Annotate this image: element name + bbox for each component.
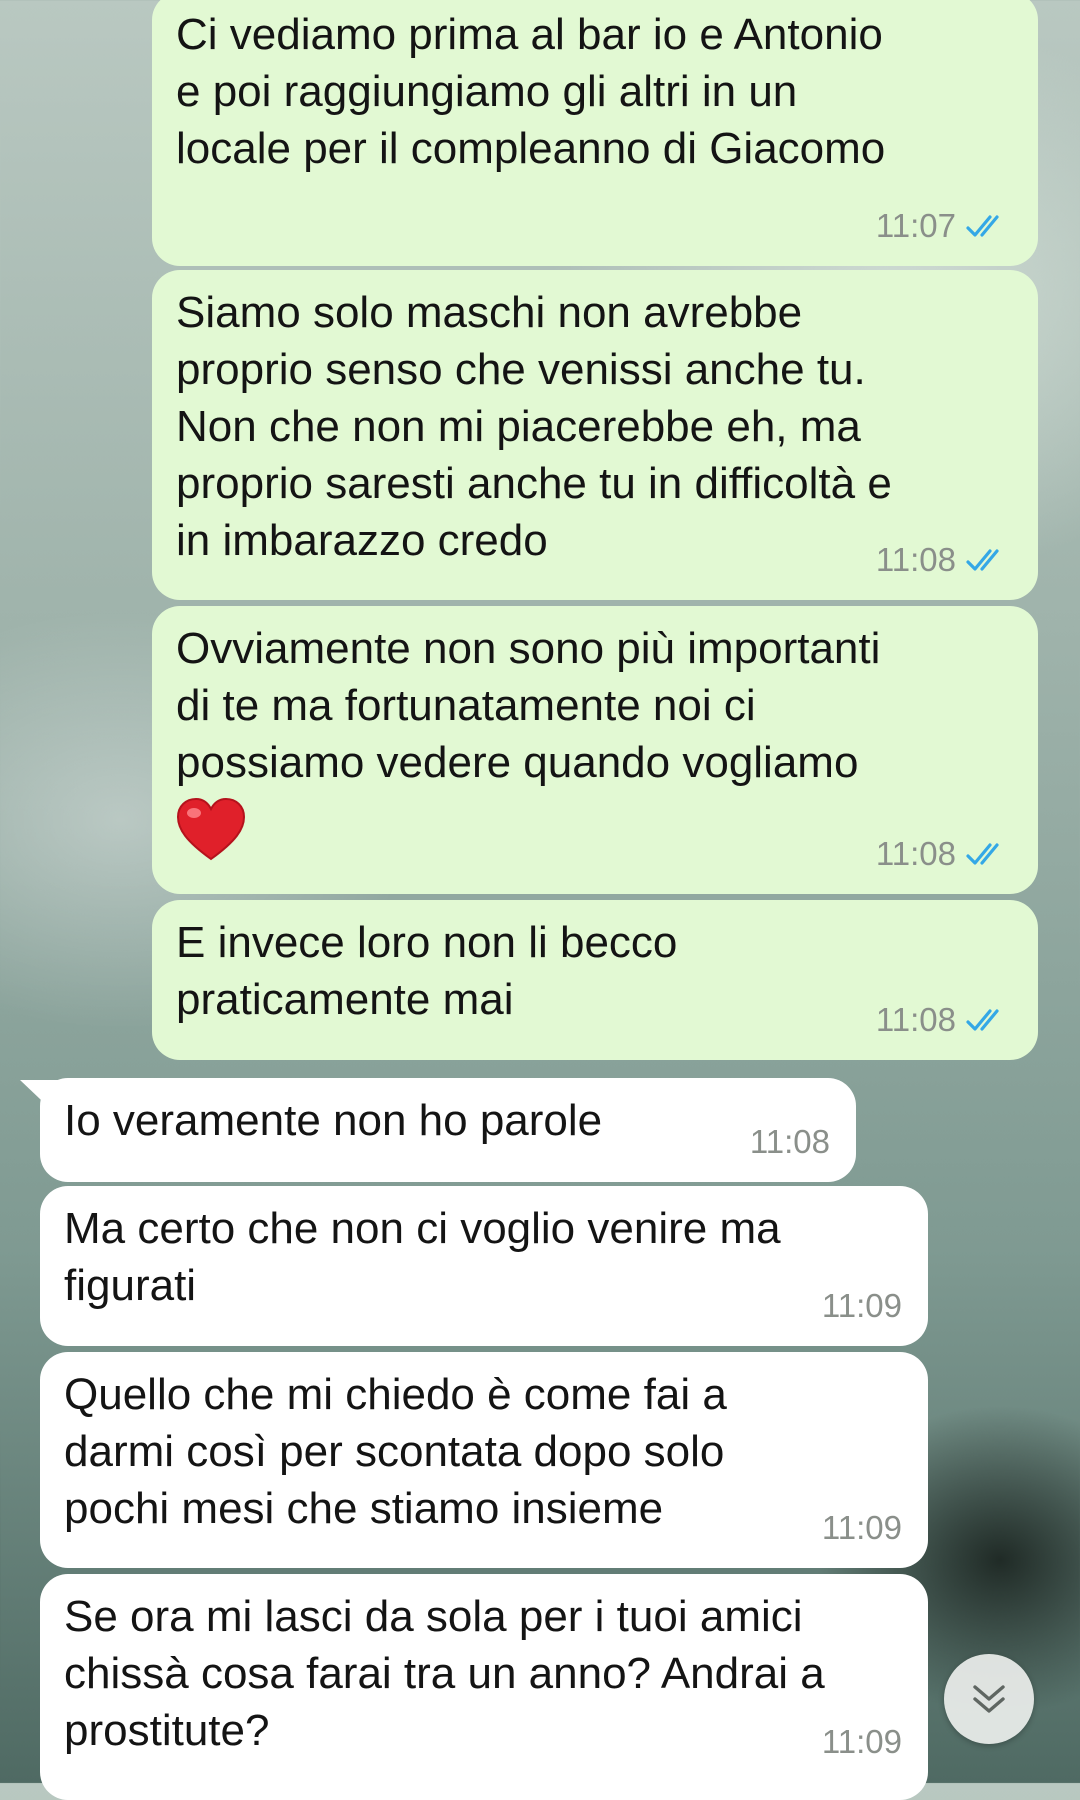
message-meta: 11:08 <box>876 991 1012 1048</box>
message-text: Quello che mi chiedo è come fai a darmi … <box>64 1370 727 1533</box>
message-meta: 11:09 <box>822 1713 902 1770</box>
message-text: Siamo solo maschi non avrebbe proprio se… <box>176 288 892 565</box>
message-text: Ma certo che non ci voglio venire ma fig… <box>64 1204 781 1310</box>
message-time: 11:09 <box>821 1723 902 1760</box>
double-check-read-icon <box>966 1008 999 1031</box>
message-text: Ovviamente non sono più importanti di te… <box>176 624 881 787</box>
message-time: 11:09 <box>821 1509 902 1546</box>
double-chevron-down-icon <box>973 1685 1005 1713</box>
double-check-read-icon <box>966 214 999 237</box>
message-text: Io veramente non ho parole <box>64 1096 603 1145</box>
message-text: Ci vediamo prima al bar io e Antonio e p… <box>176 10 886 173</box>
message-meta: 11:08 <box>750 1113 830 1170</box>
message-meta: 11:09 <box>822 1499 902 1556</box>
message-time: 11:08 <box>875 541 956 578</box>
message-meta: 11:08 <box>876 531 1012 588</box>
message-meta: 11:08 <box>876 825 1012 882</box>
message-time: 11:08 <box>875 1001 956 1038</box>
scroll-to-bottom-button[interactable] <box>944 1654 1034 1744</box>
message-outgoing[interactable]: Ci vediamo prima al bar io e Antonio e p… <box>152 0 1038 266</box>
message-incoming[interactable]: Quello che mi chiedo è come fai a darmi … <box>40 1352 928 1568</box>
message-outgoing[interactable]: Siamo solo maschi non avrebbe proprio se… <box>152 270 1038 600</box>
message-time: 11:07 <box>875 207 956 244</box>
message-meta: 11:07 <box>876 197 1012 254</box>
red-heart-emoji-icon <box>176 797 246 861</box>
double-check-read-icon <box>966 548 999 571</box>
message-incoming[interactable]: Se ora mi lasci da sola per i tuoi amici… <box>40 1574 928 1800</box>
message-meta: 11:09 <box>822 1277 902 1334</box>
message-outgoing[interactable]: Ovviamente non sono più importanti di te… <box>152 606 1038 894</box>
message-incoming[interactable]: Io veramente non ho parole 11:08 <box>40 1078 856 1182</box>
message-outgoing[interactable]: E invece loro non li becco praticamente … <box>152 900 1038 1060</box>
message-incoming[interactable]: Ma certo che non ci voglio venire ma fig… <box>40 1186 928 1346</box>
message-text: Se ora mi lasci da sola per i tuoi amici… <box>64 1592 825 1755</box>
message-time: 11:09 <box>821 1287 902 1324</box>
double-check-read-icon <box>966 842 999 865</box>
message-time: 11:08 <box>875 835 956 872</box>
message-time: 11:08 <box>749 1123 830 1160</box>
